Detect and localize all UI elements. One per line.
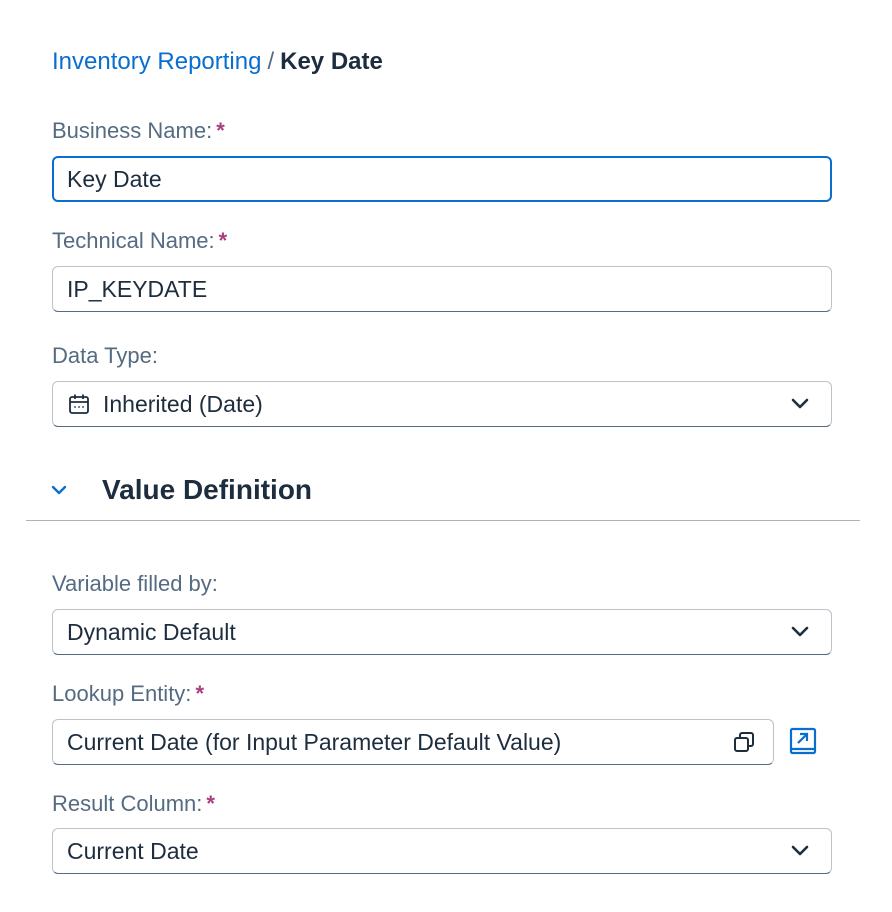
required-marker: * xyxy=(195,681,204,706)
variable-filled-by-label-text: Variable filled by: xyxy=(52,571,218,596)
required-marker: * xyxy=(216,118,225,143)
technical-name-value: IP_KEYDATE xyxy=(67,275,208,302)
chevron-down-icon[interactable] xyxy=(789,393,811,415)
variable-filled-by-value: Dynamic Default xyxy=(67,618,236,645)
result-column-label-text: Result Column: xyxy=(52,791,203,816)
result-column-label: Result Column: * xyxy=(52,790,215,818)
chevron-down-icon[interactable] xyxy=(48,479,70,501)
data-type-label: Data Type: xyxy=(52,342,158,370)
business-name-input[interactable]: Key Date xyxy=(52,156,832,202)
open-in-new-icon[interactable] xyxy=(788,726,818,756)
value-definition-header[interactable]: Value Definition xyxy=(48,470,312,510)
result-column-value: Current Date xyxy=(67,837,199,864)
chevron-down-icon[interactable] xyxy=(789,840,811,862)
business-name-label: Business Name: * xyxy=(52,117,225,145)
chevron-down-icon[interactable] xyxy=(789,621,811,643)
business-name-label-text: Business Name: xyxy=(52,118,213,143)
data-type-select[interactable]: Inherited (Date) xyxy=(52,381,832,427)
data-type-label-text: Data Type: xyxy=(52,343,158,368)
value-definition-title: Value Definition xyxy=(102,474,313,505)
data-type-value: Inherited (Date) xyxy=(103,390,263,417)
value-help-icon[interactable] xyxy=(731,729,757,755)
lookup-entity-label-text: Lookup Entity: xyxy=(52,681,192,706)
breadcrumb-separator: / xyxy=(267,48,275,75)
required-marker: * xyxy=(206,791,215,816)
required-marker: * xyxy=(218,228,228,253)
technical-name-label: Technical Name: * xyxy=(52,227,227,255)
business-name-value: Key Date xyxy=(67,165,162,192)
technical-name-input[interactable]: IP_KEYDATE xyxy=(52,266,832,312)
technical-name-label-text: Technical Name: xyxy=(52,228,215,253)
variable-filled-by-select[interactable]: Dynamic Default xyxy=(52,609,832,655)
section-divider xyxy=(26,520,860,521)
lookup-entity-label: Lookup Entity: * xyxy=(52,680,204,708)
result-column-select[interactable]: Current Date xyxy=(52,828,832,874)
lookup-entity-value: Current Date (for Input Parameter Defaul… xyxy=(67,728,562,755)
lookup-entity-input[interactable]: Current Date (for Input Parameter Defaul… xyxy=(52,719,774,765)
breadcrumb: Inventory Reporting / Key Date xyxy=(52,46,383,78)
calendar-icon xyxy=(67,391,93,417)
breadcrumb-current: Key Date xyxy=(280,48,383,75)
variable-filled-by-label: Variable filled by: xyxy=(52,570,218,598)
breadcrumb-link-inventory-reporting[interactable]: Inventory Reporting xyxy=(52,48,261,75)
variable-details-panel: Inventory Reporting / Key Date Business Na… xyxy=(0,0,892,912)
